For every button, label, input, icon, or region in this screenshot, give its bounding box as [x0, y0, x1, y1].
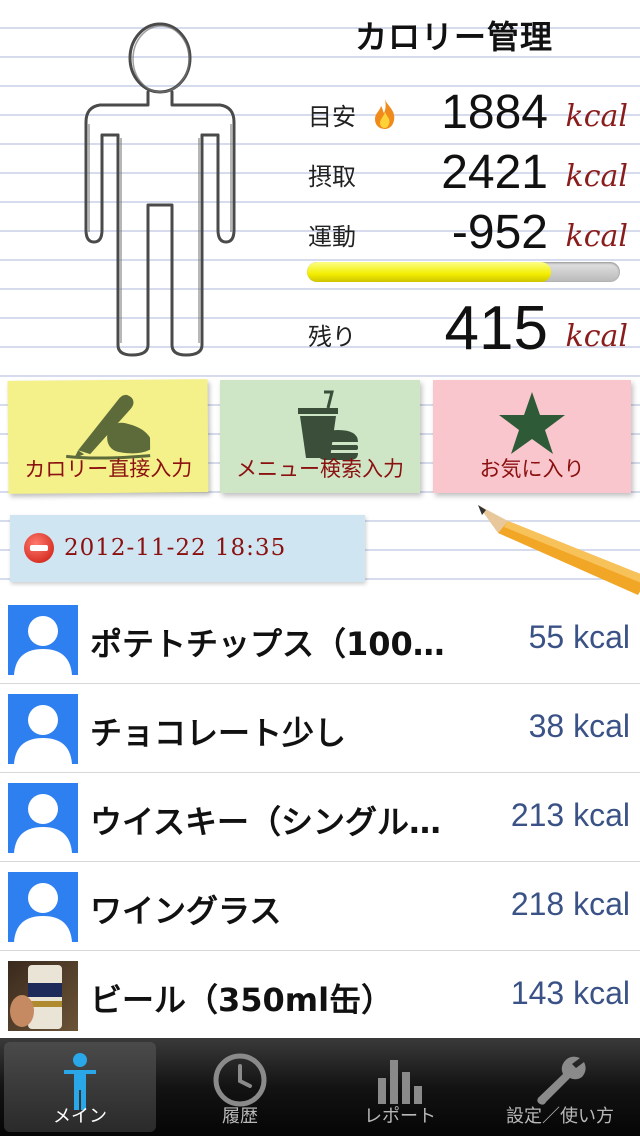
entry-calories: 38 kcal — [528, 708, 630, 744]
list-item[interactable]: ビール（350ml缶） 143 kcal — [0, 951, 640, 1040]
entry-name: ポテトチップス（100… — [90, 625, 445, 663]
entry-name: ワイングラス — [90, 892, 282, 930]
intake-label: 摂取 — [308, 163, 356, 191]
fast-food-icon — [298, 390, 358, 460]
date-note[interactable]: 2012-11-22 18:35 — [10, 515, 365, 582]
flame-icon — [375, 99, 395, 129]
direct-input-label: カロリー直接入力 — [24, 456, 193, 482]
tab-settings-label: 設定／使い方 — [506, 1106, 614, 1127]
list-item[interactable]: ポテトチップス（100… 55 kcal — [0, 595, 640, 684]
direct-input-button[interactable]: カロリー直接入力 — [7, 379, 209, 494]
tab-bar: メイン 履歴 レポート 設定／使い方 — [0, 1038, 640, 1136]
entry-calories: 55 kcal — [528, 619, 630, 655]
target-label: 目安 — [308, 103, 356, 131]
intake-value: 2421 — [441, 146, 548, 199]
tab-report-label: レポート — [364, 1106, 436, 1127]
exercise-calories-row: 運動 -952 kcal — [308, 200, 628, 260]
star-icon — [499, 392, 565, 454]
clock-icon — [213, 1053, 267, 1107]
pencil-icon — [478, 505, 640, 595]
bar-chart-icon — [378, 1060, 422, 1104]
favorites-label: お気に入り — [479, 457, 585, 481]
entry-name: ウイスキー（シングル… — [90, 803, 442, 841]
delete-icon[interactable] — [24, 533, 54, 563]
calorie-progress-bar — [307, 262, 620, 282]
person-avatar-icon — [8, 694, 78, 764]
body-figure-illustration — [84, 22, 236, 357]
person-avatar-icon — [8, 605, 78, 675]
exercise-unit: kcal — [565, 219, 628, 254]
entry-date: 2012-11-22 18:35 — [64, 535, 287, 561]
person-avatar-icon — [8, 872, 78, 942]
target-calories-row: 目安 1884 kcal — [308, 80, 628, 140]
target-value: 1884 — [441, 86, 548, 139]
remaining-value: 415 — [444, 294, 548, 363]
entry-calories: 213 kcal — [510, 797, 630, 833]
remaining-label: 残り — [308, 323, 356, 351]
wrench-icon — [537, 1056, 586, 1105]
tab-settings[interactable]: 設定／使い方 — [484, 1042, 636, 1132]
menu-search-label: メニュー検索入力 — [236, 457, 404, 481]
writing-hand-icon — [65, 394, 151, 460]
remaining-unit: kcal — [565, 319, 628, 354]
exercise-value: -952 — [451, 206, 548, 259]
calorie-progress-fill — [307, 262, 552, 282]
tab-report[interactable]: レポート — [324, 1042, 476, 1132]
entry-name: チョコレート少し — [90, 714, 347, 752]
person-avatar-icon — [8, 783, 78, 853]
favorites-button[interactable]: お気に入り — [433, 380, 631, 493]
tab-history[interactable]: 履歴 — [164, 1042, 316, 1132]
intake-unit: kcal — [565, 159, 628, 194]
list-item[interactable]: チョコレート少し 38 kcal — [0, 684, 640, 773]
entry-calories: 143 kcal — [510, 975, 630, 1011]
food-entry-list: ポテトチップス（100… 55 kcal チョコレート少し 38 kcal ウイ… — [0, 595, 640, 1040]
menu-search-button[interactable]: メニュー検索入力 — [220, 380, 420, 493]
intake-calories-row: 摂取 2421 kcal — [308, 140, 628, 200]
tab-main[interactable]: メイン — [4, 1042, 156, 1132]
tab-history-label: 履歴 — [222, 1106, 258, 1127]
list-item[interactable]: ワイングラス 218 kcal — [0, 862, 640, 951]
entry-calories: 218 kcal — [510, 886, 630, 922]
remaining-calories-row: 残り 415 kcal — [308, 294, 628, 363]
tab-main-label: メイン — [53, 1106, 107, 1127]
list-item[interactable]: ウイスキー（シングル… 213 kcal — [0, 773, 640, 862]
entry-name: ビール（350ml缶） — [90, 981, 394, 1019]
exercise-label: 運動 — [308, 223, 356, 251]
beer-can-photo — [8, 961, 78, 1031]
target-unit: kcal — [565, 99, 628, 134]
app-title: カロリー管理 — [355, 18, 554, 56]
